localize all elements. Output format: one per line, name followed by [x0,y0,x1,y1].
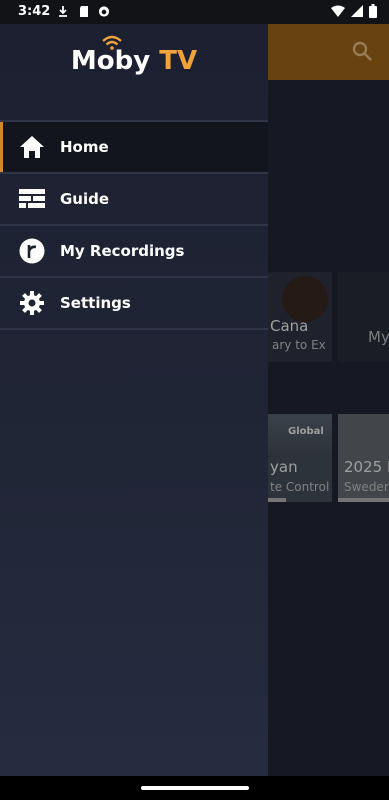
drawer-item-settings[interactable]: Settings [0,276,268,330]
drawer-item-label: My Recordings [60,242,185,260]
drawer-item-label: Home [60,138,109,156]
sd-card-icon [80,6,88,17]
gear-icon [20,291,44,315]
download-icon [59,6,67,17]
app-logo: Moby TV [0,35,268,76]
logo-main-text: Moby [70,46,151,76]
drawer-item-label: Settings [60,294,131,312]
broadcast-icon [102,35,122,50]
home-icon [20,136,44,158]
drawer-menu: Home Guide My Recordings Settings [0,120,268,330]
navigation-drawer: Moby TV Home Guide My Recordings Setting… [0,24,268,776]
drawer-item-label: Guide [60,190,110,208]
drawer-item-recordings[interactable]: My Recordings [0,224,268,276]
status-bar: 3:42 [0,0,389,24]
logo-accent-text: TV [159,46,198,76]
system-nav-bar [0,776,389,800]
battery-icon [369,4,377,18]
guide-icon [19,189,45,208]
wifi-status-icon [331,5,345,17]
status-time: 3:42 [18,4,51,19]
home-gesture-handle[interactable] [141,786,249,790]
drawer-item-home[interactable]: Home [0,120,268,172]
drawer-item-guide[interactable]: Guide [0,172,268,224]
recordings-icon [19,238,45,264]
signal-icon [351,5,363,17]
app-notification-icon [98,6,110,17]
